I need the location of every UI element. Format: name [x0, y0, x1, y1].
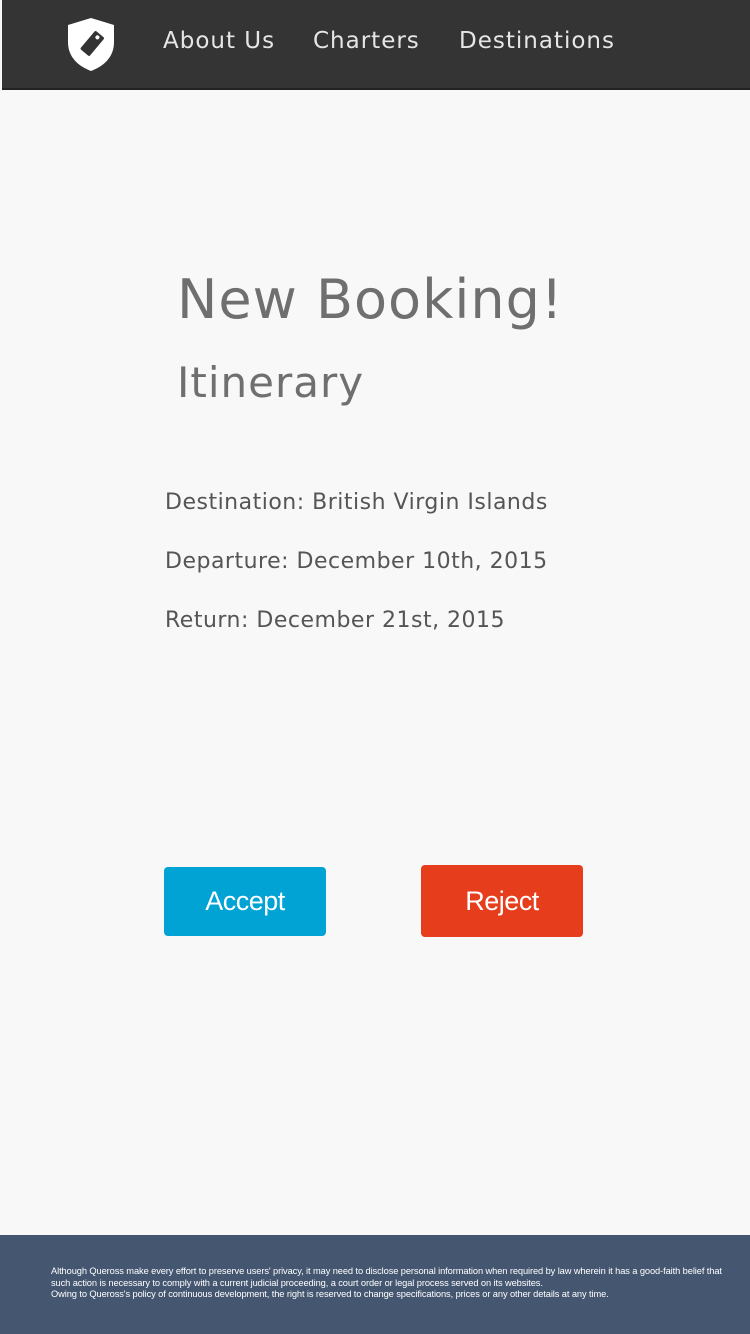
- accept-button[interactable]: Accept: [164, 867, 326, 936]
- shield-tag-icon: [68, 18, 114, 71]
- page-title: New Booking!: [177, 268, 564, 331]
- footer: Although Queross make every effort to pr…: [0, 1235, 750, 1334]
- page: About Us Charters Destinations New Booki…: [0, 0, 750, 1334]
- nav-link-destinations[interactable]: Destinations: [459, 28, 615, 54]
- footer-policy-text: Owing to Queross's policy of continuous …: [51, 1289, 609, 1299]
- logo-shield-icon[interactable]: [64, 16, 118, 72]
- itinerary-heading: Itinerary: [177, 358, 365, 407]
- reject-button[interactable]: Reject: [421, 865, 583, 937]
- return-text: Return: December 21st, 2015: [165, 608, 506, 633]
- nav-link-charters[interactable]: Charters: [313, 28, 420, 54]
- departure-text: Departure: December 10th, 2015: [165, 549, 548, 574]
- destination-text: Destination: British Virgin Islands: [165, 490, 548, 515]
- top-navbar: About Us Charters Destinations: [2, 0, 750, 90]
- nav-link-about-us[interactable]: About Us: [163, 28, 275, 54]
- footer-privacy-text: Although Queross make every effort to pr…: [51, 1266, 722, 1288]
